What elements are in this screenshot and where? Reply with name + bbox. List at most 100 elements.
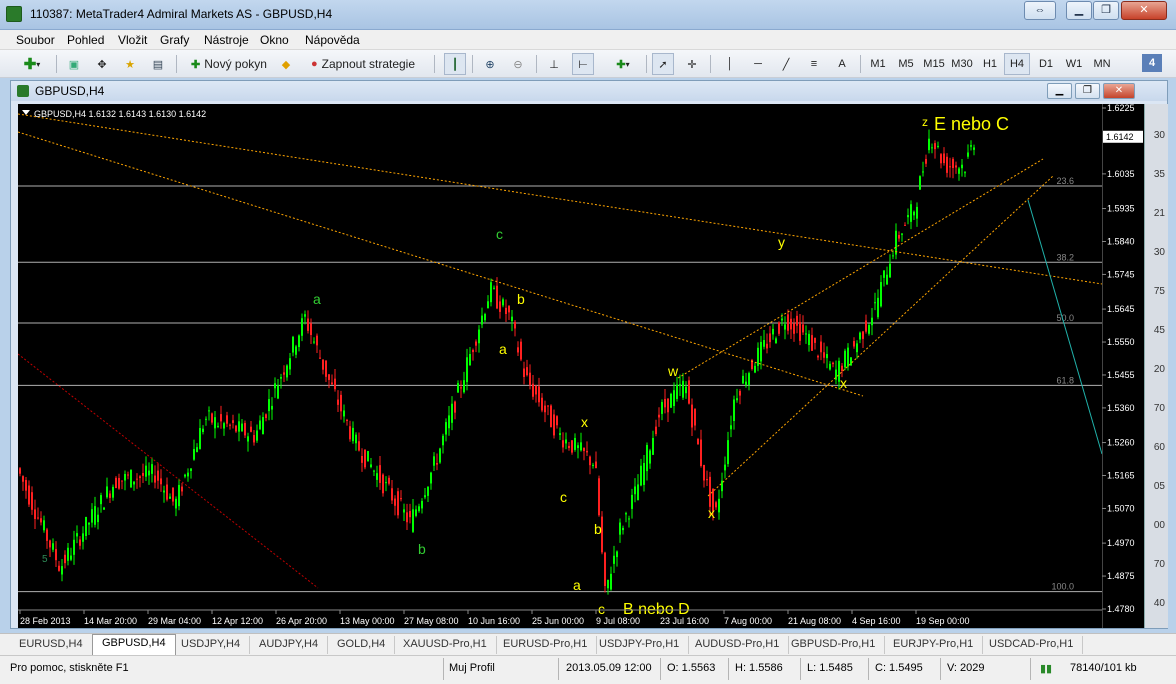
chart-plot-area[interactable]: 23.6 38.2 50.0 61.8 100.0 5 a b c b a x c b a c B nebo D… xyxy=(17,104,1103,628)
metaeditor-button[interactable]: ◆ xyxy=(276,53,296,75)
time-axis-label: 7 Aug 00:00 xyxy=(724,616,772,626)
trendline-major xyxy=(17,131,864,397)
chart-tab[interactable]: GBPUSD,H4 xyxy=(92,634,176,655)
current-price-label: 1.6142 xyxy=(1106,132,1134,142)
chart-maximize-button[interactable]: ❐ xyxy=(1075,83,1100,99)
menu-help[interactable]: Nápověda xyxy=(305,33,360,47)
menu-window[interactable]: Okno xyxy=(260,33,289,47)
menu-view[interactable]: Pohled xyxy=(67,33,104,47)
chart-tab[interactable]: USDCAD-Pro,H1 xyxy=(980,636,1084,654)
chart-tab[interactable]: EURUSD-Pro,H1 xyxy=(494,636,598,654)
candle-body xyxy=(862,331,864,339)
candle-body xyxy=(55,549,57,561)
channel-tool[interactable]: ≡ xyxy=(804,53,824,75)
zoom-in-button[interactable]: ⊕ xyxy=(480,53,500,75)
chart-tab[interactable]: USDJPY,H4 xyxy=(172,636,251,654)
candle-body xyxy=(592,464,594,466)
candle-body xyxy=(199,428,201,450)
candle-body xyxy=(760,341,762,362)
chart-tab[interactable]: AUDJPY,H4 xyxy=(250,636,329,654)
autotrading-button[interactable]: ● Zapnout strategie xyxy=(302,53,424,75)
candle-body xyxy=(202,428,204,432)
restore-arrows-button[interactable]: ⇔ xyxy=(1024,1,1056,20)
candle-body xyxy=(550,405,552,428)
terminal-button[interactable]: ▤ xyxy=(148,53,168,75)
text-tool[interactable]: A xyxy=(832,53,852,75)
candle-body xyxy=(259,420,261,430)
zoom-out-button[interactable]: ⊖ xyxy=(508,53,528,75)
chart-tab[interactable]: USDJPY-Pro,H1 xyxy=(590,636,690,654)
candle-body xyxy=(907,215,909,218)
candle-body xyxy=(853,341,855,347)
menu-tools[interactable]: Nástroje xyxy=(204,33,249,47)
bar-chart-button[interactable]: ┃ xyxy=(444,53,466,75)
horizontal-line-tool[interactable]: ─ xyxy=(748,53,768,75)
candle-body xyxy=(25,480,27,491)
menu-insert[interactable]: Vložit xyxy=(118,33,147,47)
navigator-button[interactable]: ★ xyxy=(120,53,140,75)
chart-tab[interactable]: EURUSD,H4 xyxy=(10,636,93,654)
maximize-button[interactable]: ❐ xyxy=(1093,1,1119,20)
timeframe-d1[interactable]: D1 xyxy=(1034,53,1058,75)
candle-body xyxy=(205,418,207,420)
timeframe-w1[interactable]: W1 xyxy=(1062,53,1086,75)
candle-body xyxy=(331,382,333,385)
candle-body xyxy=(685,386,687,394)
candle-body xyxy=(34,509,36,519)
fibo-level-label: 100.0 xyxy=(1051,582,1074,592)
background-window-fragment: 75 xyxy=(1153,286,1165,297)
menu-file[interactable]: Soubor xyxy=(16,33,55,47)
chart-tab[interactable]: EURJPY-Pro,H1 xyxy=(884,636,984,654)
candle-body xyxy=(61,566,63,575)
timeframe-m5[interactable]: M5 xyxy=(894,53,918,75)
candle-body xyxy=(631,494,633,509)
status-divider xyxy=(868,658,869,680)
chart-tab[interactable]: GOLD,H4 xyxy=(328,636,396,654)
status-high: H: 1.5586 xyxy=(735,662,783,674)
candle-body xyxy=(256,430,258,441)
timeframe-h1[interactable]: H1 xyxy=(978,53,1002,75)
price-axis-label: 1.6035 xyxy=(1107,169,1135,179)
profiles-button[interactable]: ▣ xyxy=(64,53,84,75)
candle-body xyxy=(211,413,213,423)
candle-body xyxy=(961,164,963,169)
cursor-tool[interactable]: ➚ xyxy=(652,53,674,75)
close-button[interactable]: ✕ xyxy=(1121,1,1167,20)
timeframe-m15[interactable]: M15 xyxy=(920,53,948,75)
candle-body xyxy=(49,540,51,548)
zoom-in-icon: ⊕ xyxy=(485,58,495,71)
candle-body xyxy=(364,449,366,468)
status-divider xyxy=(660,658,661,680)
background-window-fragment: 70 xyxy=(1153,403,1165,414)
vertical-line-tool[interactable]: │ xyxy=(720,53,740,75)
chart-tab[interactable]: AUDUSD-Pro,H1 xyxy=(686,636,790,654)
tile-windows-button[interactable]: ⊥ xyxy=(544,53,564,75)
candle-body xyxy=(682,380,684,398)
candle-body xyxy=(151,464,153,474)
chart-tab[interactable]: GBPUSD-Pro,H1 xyxy=(782,636,886,654)
timeframe-mn[interactable]: MN xyxy=(1090,53,1114,75)
new-order-button[interactable]: ✚ Nový pokyn xyxy=(184,53,274,75)
timeframe-m30[interactable]: M30 xyxy=(948,53,976,75)
candle-body xyxy=(586,450,588,453)
chart-close-button[interactable]: ✕ xyxy=(1103,83,1135,99)
fibo-level-label: 50.0 xyxy=(1056,313,1074,323)
timeframe-m1[interactable]: M1 xyxy=(866,53,890,75)
trendline-tool[interactable]: ╱ xyxy=(776,53,796,75)
indicators-button[interactable]: ✚ ▾ xyxy=(608,53,638,75)
candle-body xyxy=(883,270,885,278)
chart-minimize-button[interactable]: ▁ xyxy=(1047,83,1072,99)
autoscroll-button[interactable]: ⊢ xyxy=(572,53,594,75)
timeframe-h4[interactable]: H4 xyxy=(1004,53,1030,75)
toolbar-separator xyxy=(710,55,711,73)
status-profile[interactable]: Muj Profil xyxy=(449,662,495,674)
new-chart-button[interactable]: ✚ ▾ xyxy=(16,53,48,75)
menu-charts[interactable]: Grafy xyxy=(160,33,189,47)
minimize-button[interactable]: ▁ xyxy=(1066,1,1092,20)
background-window-fragment: 05 xyxy=(1153,481,1165,492)
market-watch-button[interactable]: ✥ xyxy=(92,53,112,75)
candle-body xyxy=(772,328,774,335)
candle-body xyxy=(502,299,504,306)
chart-tab[interactable]: XAUUSD-Pro,H1 xyxy=(394,636,497,654)
crosshair-tool[interactable]: ✛ xyxy=(682,53,702,75)
